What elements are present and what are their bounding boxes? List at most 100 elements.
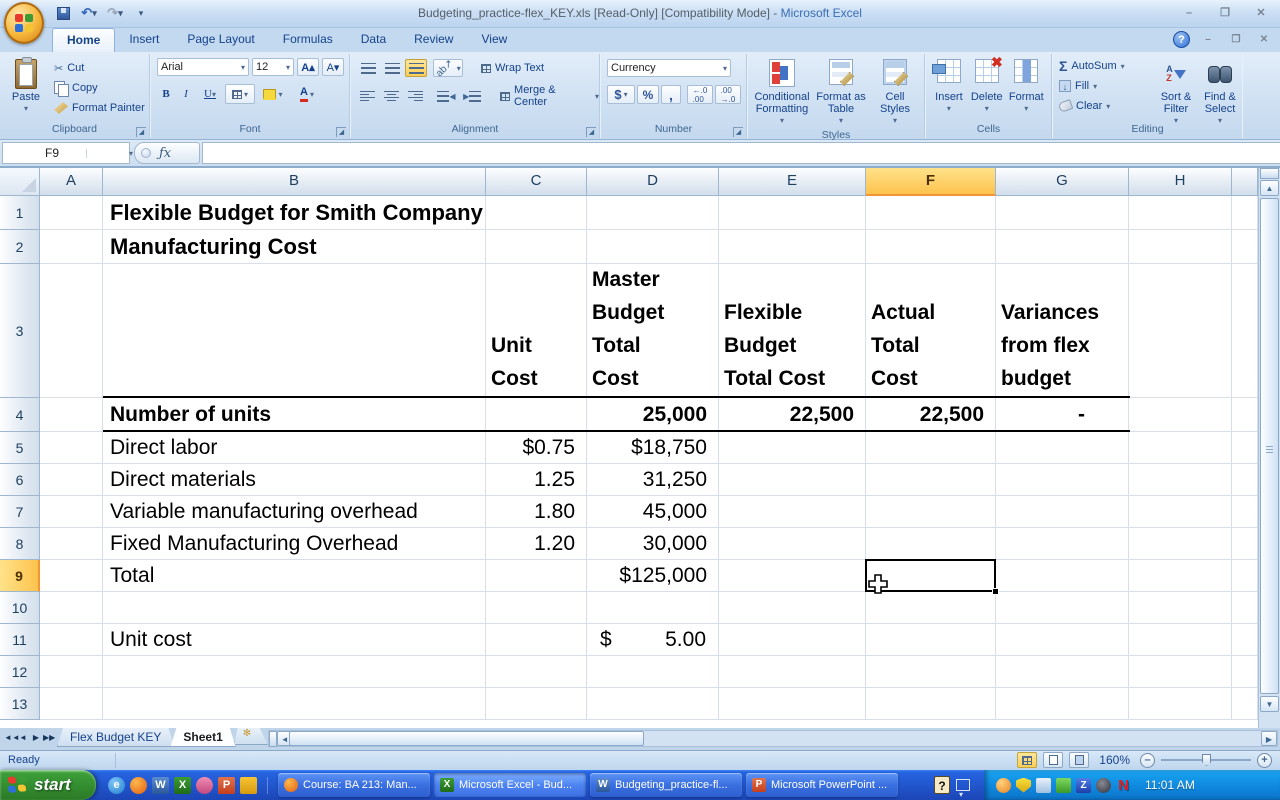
cell-F2[interactable] [866,230,996,264]
cell-value-D4[interactable]: 25,000 [587,398,719,432]
cell-value-D3[interactable]: Master Budget Total Cost [587,264,719,398]
normal-view-button[interactable] [1017,752,1037,768]
cell-H7[interactable] [1129,496,1232,528]
cell-H4[interactable] [1129,398,1232,432]
format-as-table-button[interactable]: Format as Table▾ [814,56,868,127]
paste-button[interactable]: Paste▾ [4,56,48,115]
cell-value-D7[interactable]: 45,000 [587,496,719,528]
cell-G8[interactable] [996,528,1129,560]
cell-B12[interactable] [103,656,486,688]
cell-x1[interactable] [1232,196,1258,230]
cell-D12[interactable] [587,656,719,688]
cell-x9[interactable] [1232,560,1258,592]
fill-color-button[interactable]: ▾ [257,84,289,104]
cell-A3[interactable] [40,264,103,398]
cell-A10[interactable] [40,592,103,624]
font-name-select[interactable]: Arial▾ [157,58,249,76]
tray-agent-icon[interactable] [1056,778,1071,793]
zoom-slider[interactable] [1161,759,1251,761]
align-left-button[interactable] [357,87,379,105]
cell-value-B2[interactable]: Manufacturing Cost [103,230,486,264]
cell-E11[interactable] [719,624,866,656]
cell-F11[interactable] [866,624,996,656]
workbook-close-button[interactable]: ✕ [1254,33,1274,47]
cell-A5[interactable] [40,432,103,464]
cell-D2[interactable] [587,230,719,264]
start-button[interactable]: start [0,770,96,800]
ribbon-tab-view[interactable]: View [467,28,521,52]
cell-D1[interactable] [587,196,719,230]
column-header-F[interactable]: F [866,168,996,196]
word-icon[interactable]: W [152,777,169,794]
ribbon-tab-data[interactable]: Data [347,28,400,52]
cell-E9[interactable] [719,560,866,592]
vertical-scroll-thumb[interactable] [1260,198,1279,694]
name-box[interactable]: F9▾ [2,142,130,164]
zoom-out-button[interactable]: – [1140,753,1155,768]
cell-A13[interactable] [40,688,103,720]
cell-value-G4[interactable]: - [996,398,1129,432]
cell-value-D11[interactable]: $5.00 [587,624,719,656]
scroll-right-button[interactable]: ▶ [1261,731,1277,746]
tray-messenger-icon[interactable] [996,778,1011,793]
cell-A11[interactable] [40,624,103,656]
cell-value-C6[interactable]: 1.25 [486,464,587,496]
cell-C12[interactable] [486,656,587,688]
merge-center-button[interactable]: Merge & Center▾ [498,86,599,106]
shrink-font-button[interactable]: A▾ [322,58,344,76]
number-format-select[interactable]: Currency▾ [607,59,731,77]
column-header-E[interactable]: E [719,168,866,196]
cell-E7[interactable] [719,496,866,528]
tray-tool-icon[interactable] [1036,778,1051,793]
bottom-align-button[interactable] [405,59,427,77]
workbook-restore-button[interactable]: ❐ [1226,33,1246,47]
delete-cells-button[interactable]: Delete▾ [970,56,1004,121]
number-dialog-launcher[interactable]: ◢ [733,127,743,137]
tray-shield-icon[interactable] [1016,778,1031,793]
minimize-button[interactable]: – [1176,5,1202,21]
italic-button[interactable]: I [177,84,195,104]
zoom-slider-thumb[interactable] [1202,754,1211,766]
cell-value-C5[interactable]: $0.75 [486,432,587,464]
cell-x13[interactable] [1232,688,1258,720]
align-center-button[interactable] [381,87,403,105]
cell-H3[interactable] [1129,264,1232,398]
row-header-12[interactable]: 12 [0,656,40,688]
tray-netsupport-icon[interactable]: N [1116,778,1131,793]
tray-volume-icon[interactable] [1096,778,1111,793]
cell-value-F3[interactable]: Actual Total Cost [866,264,996,398]
help-button[interactable]: ? [1173,31,1190,48]
bold-button[interactable]: B [157,84,175,104]
font-color-button[interactable]: A▾ [291,84,323,104]
cell-x3[interactable] [1232,264,1258,398]
row-header-5[interactable]: 5 [0,432,40,464]
cell-E8[interactable] [719,528,866,560]
middle-align-button[interactable] [381,59,403,77]
insert-cells-button[interactable]: Insert▾ [932,56,966,121]
cell-G2[interactable] [996,230,1129,264]
tray-z-icon[interactable]: Z [1076,778,1091,793]
first-sheet-button[interactable]: ◄◄ [4,730,16,745]
ribbon-tab-home[interactable]: Home [52,28,115,52]
cell-C4[interactable] [486,398,587,432]
cell-value-D9[interactable]: $125,000 [587,560,719,592]
row-header-1[interactable]: 1 [0,196,40,230]
insert-function-button[interactable]: ƒx [134,142,200,164]
increase-indent-button[interactable]: ▶ [460,87,484,105]
cell-value-D8[interactable]: 30,000 [587,528,719,560]
cell-value-B11[interactable]: Unit cost [103,624,486,656]
cell-A12[interactable] [40,656,103,688]
cell-C2[interactable] [486,230,587,264]
cell-value-B4[interactable]: Number of units [103,398,486,432]
row-header-7[interactable]: 7 [0,496,40,528]
cell-value-B6[interactable]: Direct materials [103,464,486,496]
cell-A8[interactable] [40,528,103,560]
cell-H6[interactable] [1129,464,1232,496]
cell-G5[interactable] [996,432,1129,464]
column-header-C[interactable]: C [486,168,587,196]
cell-F5[interactable] [866,432,996,464]
cell-value-B9[interactable]: Total [103,560,486,592]
orientation-button[interactable]: ab↗▾ [433,59,463,77]
column-header-D[interactable]: D [587,168,719,196]
excel-icon[interactable]: X [174,777,191,794]
